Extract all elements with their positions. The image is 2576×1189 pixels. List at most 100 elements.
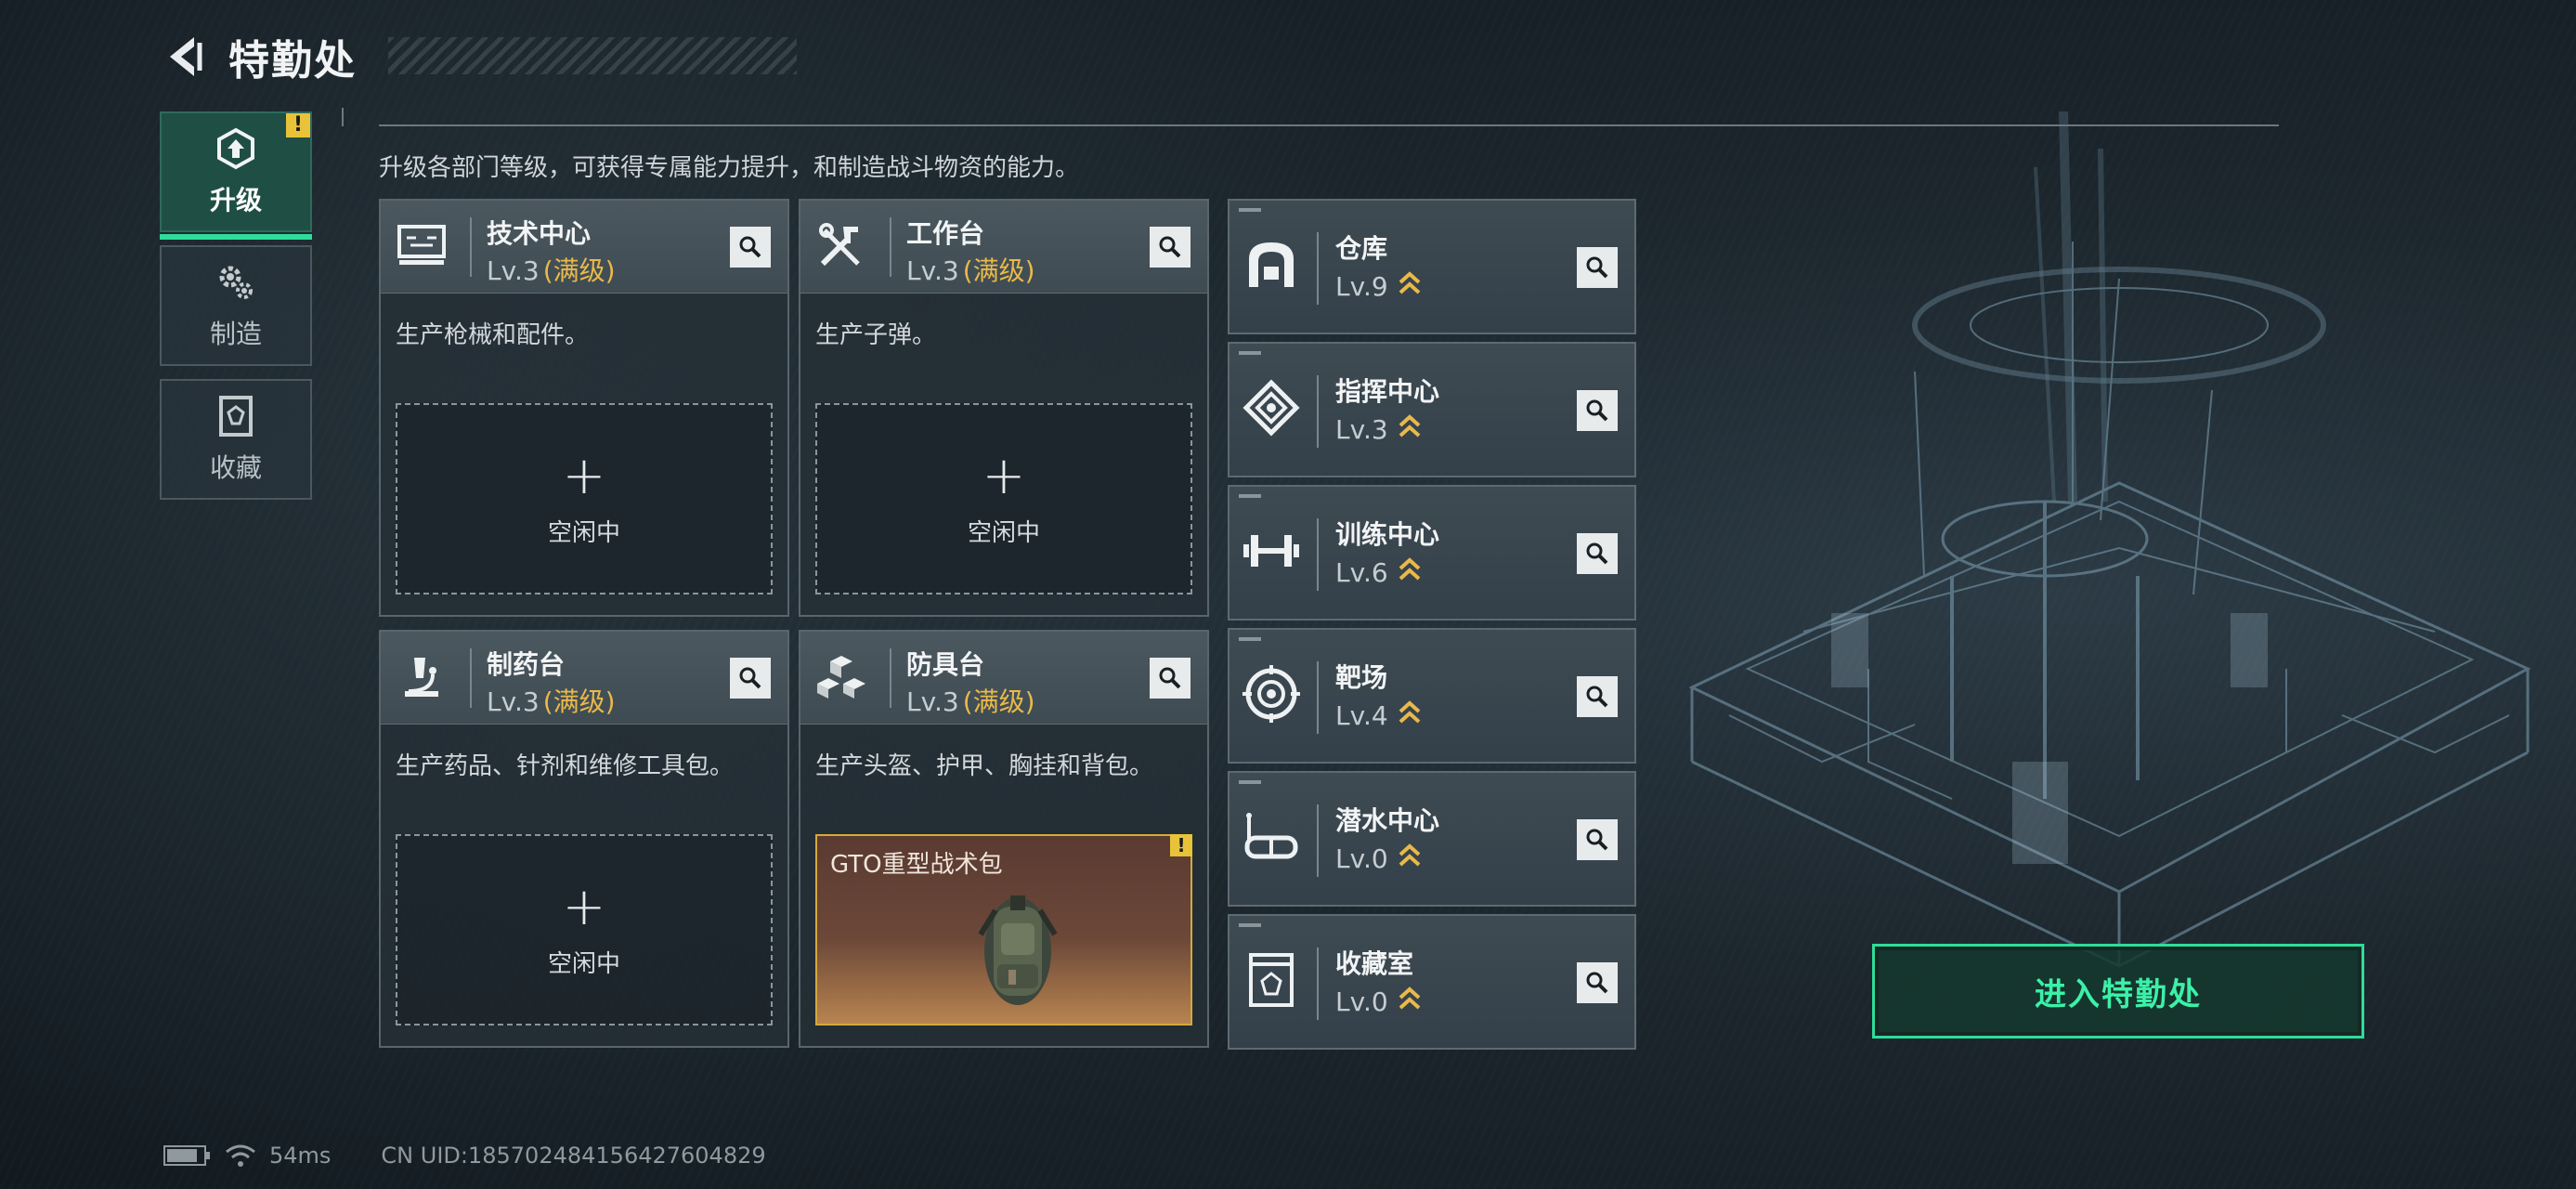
workshop-name: 制药台: [487, 649, 566, 680]
search-icon: [1586, 256, 1608, 279]
production-slot-item[interactable]: GTO重型战术包 !: [815, 834, 1192, 1026]
microscope-icon: [394, 648, 449, 704]
facility-name: 靶场: [1335, 662, 1388, 693]
inspect-button[interactable]: [730, 658, 771, 699]
side-nav: ! 升级 制造 收藏: [160, 111, 312, 513]
separator: [470, 217, 472, 277]
facility-name: 潜水中心: [1335, 805, 1440, 836]
facility-level: Lv.0: [1335, 842, 1422, 874]
separator: [1317, 232, 1319, 305]
gears-icon: [219, 266, 253, 299]
battery-icon: [163, 1145, 210, 1166]
card-decoration: [1239, 494, 1261, 498]
back-button[interactable]: [160, 29, 208, 85]
facility-card-training-center[interactable]: 训练中心 Lv.6: [1228, 485, 1636, 621]
separator: [1317, 518, 1319, 591]
facility-card-shooting-range[interactable]: 靶场 Lv.4: [1228, 628, 1636, 764]
inspect-button[interactable]: [1577, 390, 1618, 431]
warehouse-icon: [1239, 232, 1304, 297]
facility-name: 收藏室: [1335, 948, 1414, 979]
separator: [1317, 375, 1319, 448]
title-decoration: [388, 37, 797, 74]
inspect-button[interactable]: [1150, 227, 1190, 268]
product-name: GTO重型战术包: [830, 851, 1003, 879]
facility-card-command-center[interactable]: 指挥中心 Lv.3: [1228, 342, 1636, 477]
wifi-icon: [226, 1144, 255, 1167]
card-decoration: [1239, 637, 1261, 641]
separator: [470, 648, 472, 708]
diving-mask-icon: [1239, 804, 1304, 869]
maxed-label: (满级): [962, 255, 1035, 286]
slot-status: 空闲中: [547, 949, 620, 978]
card-header: 制药台 Lv.3 (满级): [381, 632, 787, 725]
tab-collection[interactable]: 收藏: [160, 379, 312, 500]
back-arrow-icon: [170, 37, 202, 76]
alert-badge: !: [286, 113, 310, 137]
upgrade-available-icon: [1399, 843, 1421, 867]
separator: [890, 217, 891, 277]
inspect-button[interactable]: [1577, 676, 1618, 717]
backpack-icon: [978, 895, 1058, 1005]
tab-label: 制造: [209, 319, 262, 349]
facility-level: Lv.4: [1335, 699, 1422, 731]
slot-status: 空闲中: [967, 518, 1040, 547]
workshop-description: 生产子弹。: [815, 321, 937, 349]
inspect-button[interactable]: [1577, 962, 1618, 1003]
workshop-name: 工作台: [906, 218, 985, 249]
upgrade-icon: [217, 127, 254, 170]
production-slot-empty[interactable]: + 空闲中: [396, 834, 773, 1026]
tab-craft[interactable]: 制造: [160, 245, 312, 366]
inspect-button[interactable]: [1577, 533, 1618, 574]
search-icon: [1159, 667, 1181, 689]
workshop-description: 生产枪械和配件。: [396, 321, 590, 349]
upgrade-available-icon: [1399, 986, 1421, 1010]
maxed-label: (满级): [542, 255, 616, 286]
facility-level: Lv.6: [1335, 555, 1422, 588]
facility-name: 仓库: [1335, 233, 1388, 264]
ping-readout: 54ms: [269, 1143, 332, 1169]
separator: [1317, 947, 1319, 1020]
facility-name: 训练中心: [1335, 519, 1440, 550]
alert-badge: !: [1170, 834, 1192, 856]
separator: [1317, 661, 1319, 734]
page-description: 升级各部门等级，可获得专属能力提升，和制造战斗物资的能力。: [379, 154, 1080, 182]
card-decoration: [1239, 923, 1261, 927]
page-title: 特勤处: [228, 37, 357, 85]
facility-level: Lv.3: [1335, 412, 1422, 445]
search-icon: [739, 667, 761, 689]
slot-status: 空闲中: [547, 518, 620, 547]
search-icon: [1586, 399, 1608, 422]
search-icon: [739, 236, 761, 258]
card-header: 技术中心 Lv.3 (满级): [381, 201, 787, 294]
header: 特勤处: [160, 26, 797, 87]
search-icon: [1159, 236, 1181, 258]
production-slot-empty[interactable]: + 空闲中: [815, 403, 1192, 594]
facility-card-collection-room[interactable]: 收藏室 Lv.0: [1228, 914, 1636, 1050]
workshop-level: Lv.3 (满级): [487, 255, 616, 286]
plus-icon: +: [982, 445, 1026, 506]
inspect-button[interactable]: [730, 227, 771, 268]
tools-icon: [813, 217, 869, 273]
inspect-button[interactable]: [1577, 247, 1618, 288]
workshop-name: 技术中心: [487, 218, 592, 249]
search-icon: [1586, 542, 1608, 565]
status-bar: 54ms CN UID:185702484156427604829: [163, 1139, 766, 1172]
facility-card-diving-center[interactable]: 潜水中心 Lv.0: [1228, 771, 1636, 907]
production-slot-empty[interactable]: + 空闲中: [396, 403, 773, 594]
upgrade-available-icon: [1399, 414, 1421, 438]
workshop-level: Lv.3 (满级): [906, 686, 1035, 717]
facility-card-warehouse[interactable]: 仓库 Lv.9: [1228, 199, 1636, 334]
facility-level: Lv.9: [1335, 269, 1422, 302]
tab-label: 升级: [209, 185, 262, 216]
enter-special-ops-button[interactable]: 进入特勤处: [1872, 944, 2364, 1039]
inspect-button[interactable]: [1577, 819, 1618, 860]
separator: [1317, 804, 1319, 877]
search-icon: [1586, 829, 1608, 851]
inspect-button[interactable]: [1150, 658, 1190, 699]
card-header: 防具台 Lv.3 (满级): [800, 632, 1207, 725]
maxed-label: (满级): [542, 686, 616, 717]
tab-upgrade[interactable]: ! 升级: [160, 111, 312, 240]
search-icon: [1586, 972, 1608, 994]
enter-button-label: 进入特勤处: [2035, 975, 2202, 1013]
card-header: 工作台 Lv.3 (满级): [800, 201, 1207, 294]
